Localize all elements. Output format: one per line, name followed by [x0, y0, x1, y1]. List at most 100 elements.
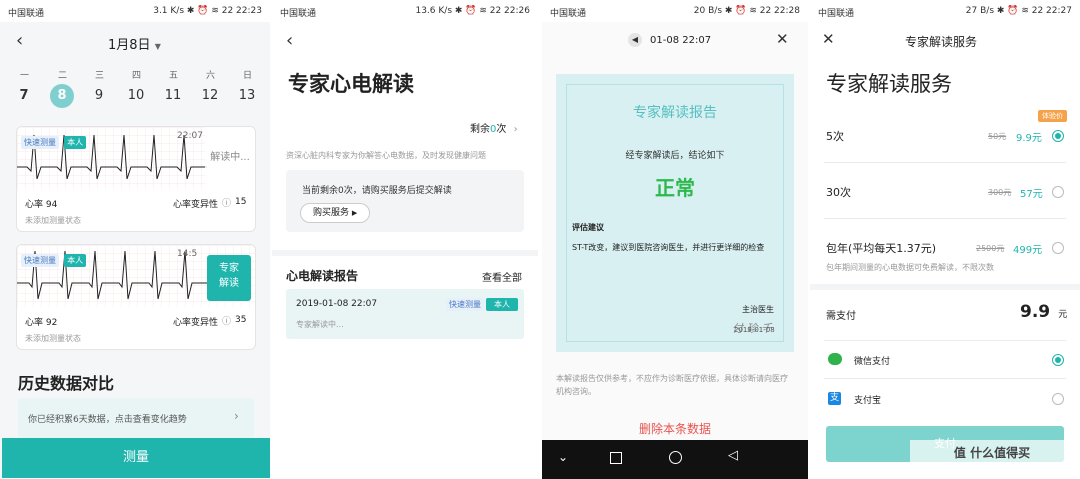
buy-service-button[interactable]: 购买服务 ▶ — [300, 203, 371, 223]
back-nav-icon[interactable]: ◁ — [728, 448, 738, 463]
back-icon[interactable]: ‹ — [286, 30, 293, 51]
measure-status: 未添加测量状态 — [25, 334, 81, 343]
hrv-value: 15 — [235, 197, 247, 207]
day-8-selected[interactable]: 8 — [50, 84, 74, 108]
disclaimer: 本解读报告仅供参考，不应作为诊断医疗依据，具体诊断请向医疗机构咨询。 — [556, 374, 788, 396]
status-indicators: 3.1 K/s ✱ ⏰ ≋ 22 22:23 — [153, 6, 262, 16]
plan-radio[interactable] — [1052, 242, 1064, 254]
header-time: 01-08 22:07 — [650, 35, 712, 46]
plan-radio[interactable] — [1052, 186, 1064, 198]
conclusion-result: 正常 — [655, 176, 695, 200]
record-time: 14:5 — [177, 249, 198, 259]
plan-price: 9.9元 — [1016, 133, 1042, 144]
previous-icon[interactable]: ◀ — [628, 33, 642, 47]
report-card: 专家解读报告 经专家解读后，结论如下 正常 评估建议 ST-T改变，建议到医院咨… — [556, 74, 794, 352]
history-text: 你已经积累6天数据，点击查看变化趋势 — [28, 415, 187, 425]
advice-title: 评估建议 — [572, 223, 604, 232]
plan-name[interactable]: 包年(平均每天1.37元) — [826, 240, 936, 256]
page-title: 专家心电解读 — [288, 72, 414, 96]
close-icon[interactable]: ✕ — [822, 30, 835, 48]
service-purchase-screen: 中国联通 27 B/s ✱ ⏰ ≋ 22 22:27 ✕ 专家解读服务 专家解读… — [810, 0, 1080, 479]
weekday-label: 六 — [206, 71, 216, 81]
record-tags: 快速测量 本人 — [21, 130, 87, 149]
carrier-label: 中国联通 — [280, 9, 317, 19]
chevron-down-icon[interactable]: ⌄ — [558, 450, 568, 464]
day-12[interactable]: 12 — [198, 88, 222, 103]
status-indicators: 27 B/s ✱ ⏰ ≋ 22 22:27 — [965, 6, 1072, 16]
carrier-label: 中国联通 — [8, 9, 45, 19]
heart-rate: 心率 94 — [25, 200, 58, 210]
record-tags: 快速测量 本人 — [21, 248, 87, 267]
weekday-label: 三 — [95, 71, 105, 81]
weekday-label: 一 — [20, 71, 30, 81]
hrv-value: 35 — [235, 315, 247, 325]
notice-text: 当前剩余0次，请购买服务后提交解读 — [302, 186, 452, 196]
wechat-pay-radio[interactable] — [1052, 354, 1064, 366]
pay-label: 需支付 — [826, 311, 856, 322]
ecg-record-card[interactable]: 快速测量 本人 22:07 解读中... 心率 94 心率变异性 ⓘ 15 未添… — [16, 126, 256, 232]
watermark-logo: 值 什么值得买 — [910, 440, 1074, 466]
buy-service-label: 购买服务 — [313, 208, 350, 218]
back-icon[interactable]: ‹ — [16, 30, 23, 51]
quick-measure-tag: 快速测量 — [21, 254, 59, 267]
carrier-label: 中国联通 — [550, 9, 587, 19]
close-icon[interactable]: ✕ — [776, 30, 789, 48]
history-banner[interactable]: 你已经积累6天数据，点击查看变化趋势 › — [18, 398, 254, 440]
header-title: 专家解读服务 — [905, 35, 978, 49]
chevron-right-icon: › — [234, 409, 239, 423]
help-icon[interactable]: ⓘ — [222, 196, 231, 209]
chevron-right-icon: › — [513, 124, 518, 135]
plan-name[interactable]: 30次 — [826, 184, 851, 200]
quick-measure-tag: 快速测量 — [446, 298, 484, 311]
expert-interpret-button[interactable]: 专家 解读 — [207, 255, 251, 301]
report-item[interactable]: 2019-01-08 22:07 快速测量 本人 专家解读中... — [286, 289, 524, 339]
day-10[interactable]: 10 — [124, 88, 148, 103]
expert-ecg-screen: 中国联通 13.6 K/s ✱ ⏰ ≋ 22 22:26 ‹ 专家心电解读 剩余… — [272, 0, 538, 479]
plan-price: 499元 — [1013, 245, 1043, 256]
hrv-label: 心率变异性 — [173, 318, 219, 328]
carrier-label: 中国联通 — [818, 9, 855, 19]
weekday-label: 日 — [243, 71, 253, 81]
day-11[interactable]: 11 — [161, 88, 185, 103]
status-bar: 中国联通 27 B/s ✱ ⏰ ≋ 22 22:27 — [810, 0, 1080, 22]
page-title: 专家解读服务 — [826, 72, 952, 96]
alipay-label[interactable]: 支付宝 — [854, 393, 881, 406]
day-9[interactable]: 9 — [87, 88, 111, 103]
remaining-prefix: 剩余 — [470, 124, 490, 135]
weekday-label: 五 — [169, 71, 179, 81]
doctor-label: 主治医生 — [742, 305, 774, 314]
date-selector[interactable]: 1月8日 ▼ — [108, 34, 161, 53]
status-bar: 中国联通 13.6 K/s ✱ ⏰ ≋ 22 22:26 — [272, 0, 538, 22]
status-indicators: 13.6 K/s ✱ ⏰ ≋ 22 22:26 — [415, 6, 530, 16]
status-indicators: 20 B/s ✱ ⏰ ≋ 22 22:28 — [693, 6, 800, 16]
wechat-pay-label[interactable]: 微信支付 — [854, 354, 890, 367]
advice-text: ST-T改变，建议到医院咨询医生，并进行更详细的检查 — [572, 243, 765, 252]
view-all-link[interactable]: 查看全部 — [482, 269, 522, 284]
record-time: 22:07 — [177, 131, 203, 141]
nav-bar: ⌄ ◁ — [542, 440, 808, 479]
home-icon[interactable] — [669, 451, 682, 464]
self-tag: 本人 — [486, 298, 518, 311]
history-title: 历史数据对比 — [18, 374, 115, 393]
conclusion-intro: 经专家解读后，结论如下 — [625, 151, 725, 161]
notice-box: 当前剩余0次，请购买服务后提交解读 购买服务 ▶ — [286, 170, 524, 232]
divider — [824, 162, 1066, 163]
weekday-label: 二 — [58, 71, 68, 81]
section-divider — [810, 284, 1080, 290]
remaining-count[interactable]: 剩余0次 › — [470, 120, 518, 135]
day-13[interactable]: 13 — [235, 88, 259, 103]
plan-name[interactable]: 5次 — [826, 128, 844, 144]
help-icon[interactable]: ⓘ — [222, 314, 231, 327]
wechat-pay-icon — [828, 353, 842, 365]
plan-radio-selected[interactable] — [1052, 130, 1064, 142]
divider — [824, 340, 1066, 341]
quick-measure-tag: 快速测量 — [21, 136, 59, 149]
recent-apps-icon[interactable] — [610, 452, 622, 464]
ecg-record-card[interactable]: 快速测量 本人 14:5 专家 解读 心率 92 心率变异性 ⓘ 35 未添加测… — [16, 244, 256, 350]
delete-button[interactable]: 删除本条数据 — [542, 420, 808, 437]
measure-button[interactable]: 测量 — [2, 438, 270, 478]
service-description: 资深心脏内科专家为你解答心电数据，及时发现健康问题 — [286, 151, 486, 160]
alipay-radio[interactable] — [1052, 393, 1064, 405]
day-7[interactable]: 7 — [12, 88, 36, 103]
measure-status: 未添加测量状态 — [25, 216, 81, 225]
